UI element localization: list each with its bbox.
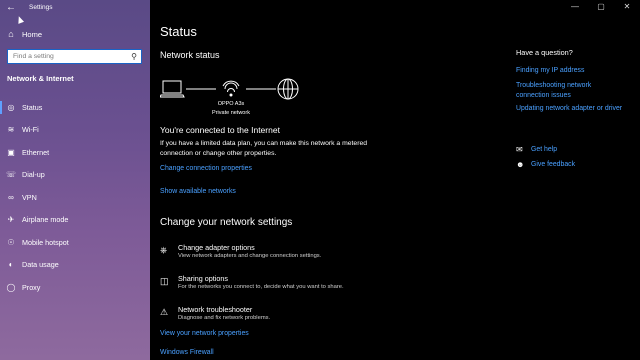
adapter-icon: ⎈: [160, 245, 168, 255]
globe-icon: ◯: [6, 282, 16, 292]
sidebar-item-wifi[interactable]: ≋ Wi-Fi: [0, 119, 150, 142]
internet-globe-icon: [277, 78, 299, 100]
feedback-icon: ☻: [516, 160, 525, 169]
network-type: Private network: [212, 110, 250, 116]
network-status-heading: Network status: [160, 50, 220, 60]
sidebar-item-label: Status: [22, 102, 43, 112]
sidebar-item-status[interactable]: ◎ Status: [0, 96, 150, 119]
home-nav-item[interactable]: ⌂ Home: [0, 27, 150, 41]
help-link-ip-address[interactable]: Finding my IP address: [516, 66, 626, 76]
change-adapter-options[interactable]: ⎈ Change adapter options View network ad…: [160, 243, 420, 263]
connection-description: If you have a limited data plan, you can…: [160, 140, 368, 157]
sidebar-item-proxy[interactable]: ◯ Proxy: [0, 276, 150, 299]
sidebar-item-label: VPN: [22, 192, 37, 202]
wifi-signal-icon: [222, 80, 240, 97]
data-usage-icon: ◐: [8, 260, 14, 270]
laptop-icon: [160, 80, 185, 98]
option-description: View network adapters and change connect…: [178, 253, 322, 259]
view-network-properties-link[interactable]: View your network properties: [160, 330, 249, 337]
back-arrow-icon[interactable]: ←: [6, 2, 16, 13]
sidebar-item-vpn[interactable]: ∞ VPN: [0, 186, 150, 209]
airplane-icon: ✈: [7, 215, 15, 225]
search-icon[interactable]: ⚲: [131, 52, 137, 61]
home-network-icon: ◎: [7, 102, 15, 112]
network-troubleshooter[interactable]: ⚠ Network troubleshooter Diagnose and fi…: [160, 305, 420, 325]
give-feedback-label: Give feedback: [531, 161, 576, 168]
phone-icon: ☏: [5, 170, 16, 180]
sidebar-item-label: Ethernet: [22, 147, 50, 157]
sidebar-item-label: Dial-up: [22, 170, 45, 180]
sidebar-nav: ◎ Status ≋ Wi-Fi ▣ Ethernet ☏ Dial-up ∞ …: [0, 96, 150, 299]
hotspot-icon: ☉: [7, 237, 15, 247]
option-description: For the networks you connect to, decide …: [178, 284, 344, 290]
ethernet-icon: ▣: [7, 147, 15, 157]
get-help-link[interactable]: ✉ Get help: [516, 145, 557, 154]
sidebar-item-label: Airplane mode: [22, 215, 69, 225]
wifi-icon: ≋: [7, 125, 15, 135]
title-bar: ← Settings: [0, 0, 150, 18]
give-feedback-link[interactable]: ☻ Give feedback: [516, 160, 575, 169]
warning-icon: ⚠: [160, 307, 169, 317]
home-label: Home: [22, 29, 43, 39]
sidebar-item-airplane-mode[interactable]: ✈ Airplane mode: [0, 209, 150, 232]
help-link-troubleshooting[interactable]: Troubleshooting network connection issue…: [516, 81, 626, 100]
sidebar-item-ethernet[interactable]: ▣ Ethernet: [0, 141, 150, 164]
sidebar-item-label: Proxy: [22, 282, 41, 292]
help-panel: Have a question? Finding my IP address T…: [516, 0, 640, 360]
page-title: Status: [160, 24, 197, 39]
windows-firewall-link[interactable]: Windows Firewall: [160, 349, 214, 356]
help-heading: Have a question?: [516, 48, 573, 57]
main-content: Status Network status OPPO A3s Private n…: [160, 0, 500, 360]
change-settings-heading: Change your network settings: [160, 217, 293, 228]
option-description: Diagnose and fix network problems.: [178, 315, 271, 321]
sidebar-item-data-usage[interactable]: ◐ Data usage: [0, 254, 150, 277]
sharing-icon: ◫: [160, 276, 169, 286]
option-title: Network troubleshooter: [178, 305, 253, 314]
sidebar-item-dialup[interactable]: ☏ Dial-up: [0, 164, 150, 187]
connection-status: You're connected to the Internet: [160, 125, 280, 135]
sharing-options[interactable]: ◫ Sharing options For the networks you c…: [160, 274, 420, 294]
sidebar-item-label: Data usage: [22, 260, 59, 270]
sidebar-item-label: Mobile hotspot: [22, 237, 69, 247]
sidebar: ← Settings ⌂ Home ⚲ Network & Internet ◎…: [0, 0, 150, 360]
show-available-networks-link[interactable]: Show available networks: [160, 188, 236, 195]
get-help-label: Get help: [531, 146, 558, 153]
device-name: OPPO A3s: [217, 101, 245, 107]
app-title: Settings: [29, 4, 53, 11]
change-connection-properties-link[interactable]: Change connection properties: [160, 165, 252, 172]
section-title: Network & Internet: [7, 74, 74, 83]
sidebar-item-label: Wi-Fi: [22, 125, 39, 135]
home-icon: ⌂: [8, 29, 14, 39]
search-box[interactable]: ⚲: [7, 49, 142, 64]
vpn-icon: ∞: [8, 192, 14, 202]
search-input[interactable]: [8, 53, 118, 60]
sidebar-item-mobile-hotspot[interactable]: ☉ Mobile hotspot: [0, 231, 150, 254]
option-title: Sharing options: [178, 274, 228, 283]
help-link-adapter-driver[interactable]: Updating network adapter or driver: [516, 104, 626, 114]
chat-bubble-icon: ✉: [516, 145, 523, 154]
option-title: Change adapter options: [178, 243, 255, 252]
